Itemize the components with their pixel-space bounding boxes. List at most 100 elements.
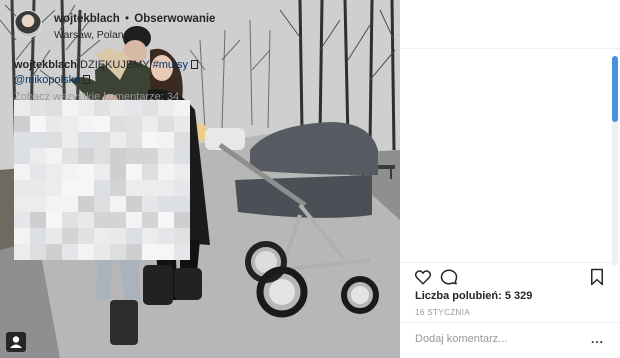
- pixel-block: [94, 148, 110, 164]
- pixel-block: [110, 148, 126, 164]
- pixel-block: [142, 100, 158, 116]
- pixel-block: [62, 164, 78, 180]
- pixel-block: [46, 228, 62, 244]
- pixel-block: [174, 228, 190, 244]
- pixel-block: [62, 212, 78, 228]
- pixel-block: [94, 180, 110, 196]
- pixel-block: [174, 100, 190, 116]
- pixel-block: [110, 228, 126, 244]
- pixel-block: [30, 148, 46, 164]
- pixel-block: [142, 180, 158, 196]
- follow-button[interactable]: Obserwowanie: [134, 13, 215, 25]
- pixel-block: [142, 228, 158, 244]
- pixel-block: [46, 180, 62, 196]
- bookmark-icon[interactable]: [588, 268, 606, 286]
- pixel-block: [94, 196, 110, 212]
- pixel-block: [78, 116, 94, 132]
- pixel-block: [126, 148, 142, 164]
- pixel-block: [14, 212, 30, 228]
- pixel-block: [158, 196, 174, 212]
- avatar[interactable]: [14, 10, 42, 38]
- pixel-block: [46, 244, 62, 260]
- pixel-block: [110, 244, 126, 260]
- pixel-block: [142, 212, 158, 228]
- pixel-block: [110, 196, 126, 212]
- actions-divider: [400, 262, 620, 263]
- pixel-block: [78, 244, 94, 260]
- pixel-block: [142, 148, 158, 164]
- pixel-block: [126, 164, 142, 180]
- user-tag-icon[interactable]: [6, 332, 26, 352]
- pixel-block: [14, 180, 30, 196]
- pixel-block: [62, 116, 78, 132]
- pixel-block: [46, 132, 62, 148]
- pixel-block: [62, 132, 78, 148]
- heart-icon[interactable]: [414, 268, 432, 286]
- likes-count[interactable]: Liczba polubień: 5 329: [415, 290, 532, 302]
- post-header: wojtekblach • Obserwowanie Warsaw, Polan…: [14, 10, 215, 42]
- emoji-placeholder-icon: [83, 75, 91, 84]
- pixel-block: [30, 132, 46, 148]
- pixel-block: [126, 132, 142, 148]
- location-link[interactable]: Warsaw, Poland: [54, 29, 129, 41]
- post-date[interactable]: 16 STYCZNIA: [415, 308, 470, 317]
- pixel-block: [14, 164, 30, 180]
- pixel-block: [46, 100, 62, 116]
- more-options-button[interactable]: ...: [591, 332, 604, 346]
- pixel-block: [14, 228, 30, 244]
- pixel-block: [78, 196, 94, 212]
- pixel-block: [14, 196, 30, 212]
- pixel-block: [142, 244, 158, 260]
- pixel-block: [174, 116, 190, 132]
- pixel-block: [46, 212, 62, 228]
- pixel-block: [94, 116, 110, 132]
- pixel-block: [94, 244, 110, 260]
- pixel-block: [62, 244, 78, 260]
- pixel-block: [30, 116, 46, 132]
- pixel-block: [14, 132, 30, 148]
- pixel-block: [110, 132, 126, 148]
- pixel-block: [78, 228, 94, 244]
- pixel-block: [174, 180, 190, 196]
- pixel-block: [30, 244, 46, 260]
- pixel-block: [46, 196, 62, 212]
- pixel-block: [142, 164, 158, 180]
- pixel-block: [158, 212, 174, 228]
- pixel-block: [158, 244, 174, 260]
- pixel-block: [78, 180, 94, 196]
- pixel-block: [62, 196, 78, 212]
- pixel-block: [158, 148, 174, 164]
- pixel-block: [110, 180, 126, 196]
- pixel-block: [62, 100, 78, 116]
- pixelated-comments: [14, 100, 192, 260]
- username-link[interactable]: wojtekblach: [54, 13, 120, 25]
- user-line: wojtekblach • Obserwowanie: [54, 13, 215, 25]
- pixel-block: [62, 180, 78, 196]
- scrollbar-thumb[interactable]: [612, 56, 618, 122]
- pixel-block: [78, 148, 94, 164]
- pixel-block: [126, 244, 142, 260]
- pixel-block: [142, 132, 158, 148]
- caption-username[interactable]: wojtekblach: [14, 59, 77, 71]
- pixel-block: [46, 148, 62, 164]
- pixel-block: [142, 116, 158, 132]
- pixel-block: [14, 100, 30, 116]
- pixel-block: [30, 180, 46, 196]
- speech-bubble-icon[interactable]: [440, 268, 458, 286]
- pixel-block: [174, 148, 190, 164]
- pixel-block: [174, 196, 190, 212]
- pixel-block: [110, 212, 126, 228]
- mention-link[interactable]: @mikopolska: [14, 74, 80, 86]
- pixel-block: [30, 228, 46, 244]
- pixel-block: [30, 100, 46, 116]
- comment-input[interactable]: [415, 330, 585, 348]
- caption: wojtekblach DZIĘKUJEMY #mutsy @mikopolsk…: [14, 58, 206, 88]
- caption-text: DZIĘKUJEMY: [80, 59, 150, 71]
- pixel-block: [126, 212, 142, 228]
- pixel-block: [46, 164, 62, 180]
- pixel-block: [78, 212, 94, 228]
- pixel-block: [30, 212, 46, 228]
- pixel-block: [174, 212, 190, 228]
- pixel-block: [126, 228, 142, 244]
- hashtag-link[interactable]: #mutsy: [153, 59, 188, 71]
